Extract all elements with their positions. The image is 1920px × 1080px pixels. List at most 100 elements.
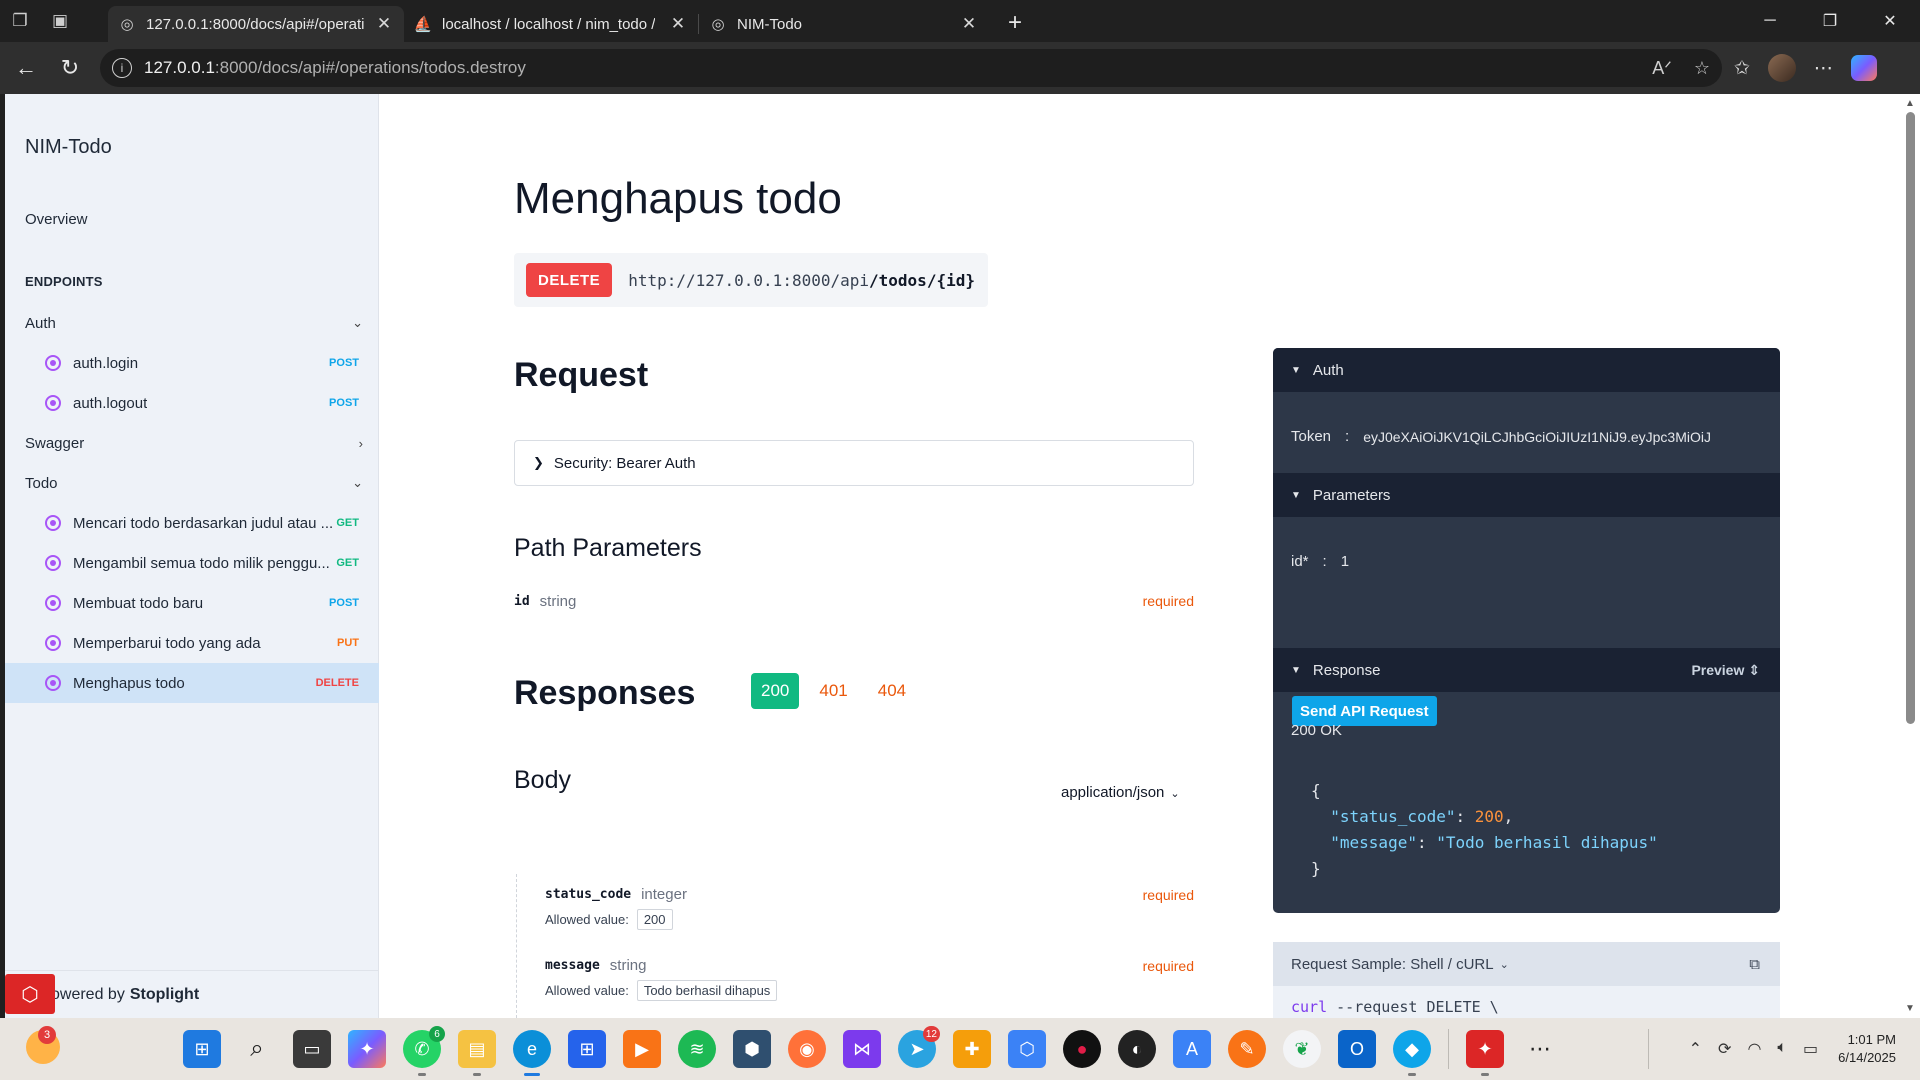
sidebar-item-todo-index[interactable]: Mengambil semua todo milik penggu... GET bbox=[5, 543, 379, 583]
laravel-debugbar-icon[interactable]: ⬡ bbox=[5, 974, 55, 1014]
refresh-icon[interactable]: ↻ bbox=[48, 48, 92, 88]
page-scrollbar[interactable]: ▲ ▼ bbox=[1901, 94, 1920, 1018]
response-tab-401[interactable]: 401 bbox=[809, 673, 857, 709]
edge-icon[interactable]: e bbox=[513, 1030, 551, 1076]
try-it-panel: ▼ Auth Token : eyJ0eXAiOiJKV1QiLCJhbGciO… bbox=[1273, 348, 1780, 913]
tab-nim-todo[interactable]: ◎ NIM-Todo ✕ bbox=[699, 6, 989, 42]
minimize-icon[interactable]: ─ bbox=[1740, 0, 1800, 42]
chevron-up-icon[interactable]: ⌃ bbox=[1689, 1039, 1702, 1059]
allowed-value-row: Allowed value: 200 bbox=[545, 909, 673, 930]
scrollbar-thumb[interactable] bbox=[1906, 112, 1915, 724]
copilot-app-icon[interactable]: ✦ bbox=[348, 1030, 386, 1068]
windows-taskbar: 3 ⊞ ⌕ ▭ ✦ ✆ 6 ▤ e ⊞ ▶ ≋ ⬢ ◉ ⋈ ➤ 12 ✚ ⬡ ● ◐… bbox=[0, 1018, 1920, 1080]
close-window-icon[interactable]: ✕ bbox=[1860, 0, 1920, 42]
sidebar-overview-link[interactable]: Overview bbox=[25, 211, 88, 228]
store-icon[interactable]: ⊞ bbox=[568, 1030, 606, 1068]
more-apps-icon[interactable]: ⋯ bbox=[1521, 1030, 1559, 1068]
content-type-select[interactable]: application/json ⌄ bbox=[1061, 784, 1180, 801]
app-icon-a[interactable]: A bbox=[1173, 1030, 1211, 1068]
favorites-icon[interactable]: ✩ bbox=[1734, 57, 1750, 80]
sidebar-item-todo-update[interactable]: Memperbarui todo yang ada PUT bbox=[5, 623, 379, 663]
app-icon-cube[interactable]: ⬡ bbox=[1008, 1030, 1046, 1068]
group-label: Swagger bbox=[25, 434, 85, 452]
powered-by-footer[interactable]: owered by Stoplight bbox=[5, 970, 379, 1018]
sidebar-group-todo[interactable]: Todo ⌄ bbox=[25, 471, 365, 495]
sidebar-item-auth-login[interactable]: auth.login POST bbox=[5, 343, 379, 383]
wifi-icon[interactable]: ◠ bbox=[1747, 1039, 1761, 1059]
site-info-icon[interactable]: i bbox=[112, 58, 132, 78]
tab-docs[interactable]: ◎ 127.0.0.1:8000/docs/api#/operati ✕ bbox=[108, 6, 404, 42]
tab-phpmyadmin[interactable]: ⛵ localhost / localhost / nim_todo / ✕ bbox=[404, 6, 698, 42]
start-icon[interactable]: ⊞ bbox=[183, 1030, 221, 1068]
acrobat-icon[interactable]: ✦ bbox=[1466, 1030, 1504, 1076]
tray-separator bbox=[1647, 1029, 1649, 1069]
json-key: "message" bbox=[1330, 833, 1417, 852]
clock[interactable]: 1:01 PM 6/14/2025 bbox=[1838, 1031, 1896, 1067]
response-section-header[interactable]: ▼ Response Preview ⇕ bbox=[1273, 648, 1780, 692]
url-input[interactable]: i 127.0.0.1:8000/docs/api#/operations/to… bbox=[100, 49, 1722, 87]
close-tab-icon[interactable]: ✕ bbox=[668, 14, 688, 34]
outlook-icon[interactable]: O bbox=[1338, 1030, 1376, 1068]
spotify-icon[interactable]: ≋ bbox=[678, 1030, 716, 1068]
json-value: 200 bbox=[1474, 807, 1504, 826]
task-view-icon[interactable]: ▭ bbox=[293, 1030, 331, 1068]
postman-icon[interactable]: ✎ bbox=[1228, 1030, 1266, 1068]
workspaces-icon[interactable]: ❐ bbox=[0, 0, 40, 42]
allowed-label: Allowed value: bbox=[545, 983, 629, 998]
app-icon-blue[interactable]: ◆ bbox=[1393, 1030, 1431, 1076]
sidebar-item-todo-destroy[interactable]: Menghapus todo DELETE bbox=[5, 663, 379, 703]
record-icon[interactable]: ● bbox=[1063, 1030, 1101, 1068]
response-tab-200[interactable]: 200 bbox=[751, 673, 800, 709]
sidebar-item-todo-store[interactable]: Membuat todo baru POST bbox=[5, 583, 379, 623]
operation-icon bbox=[45, 675, 61, 691]
weather-badge: 3 bbox=[38, 1026, 56, 1044]
scroll-down-icon[interactable]: ▼ bbox=[1905, 1003, 1915, 1014]
preview-select[interactable]: Preview ⇕ bbox=[1691, 662, 1760, 679]
media-player-icon[interactable]: ▶ bbox=[623, 1030, 661, 1068]
param-id-input[interactable]: 1 bbox=[1341, 553, 1349, 570]
virtualbox-icon[interactable]: ⬢ bbox=[733, 1030, 771, 1068]
obs-icon[interactable]: ◐ bbox=[1118, 1030, 1156, 1068]
search-icon[interactable]: ⌕ bbox=[238, 1030, 276, 1068]
response-tab-404[interactable]: 404 bbox=[868, 673, 916, 709]
path-param-row: id string required bbox=[514, 590, 1194, 612]
sidebar-item-todo-search[interactable]: Mencari todo berdasarkan judul atau ... … bbox=[5, 503, 379, 543]
tab-title: NIM-Todo bbox=[737, 15, 803, 33]
new-tab-button[interactable]: + bbox=[995, 5, 1035, 41]
taskbar-apps: ⊞ ⌕ ▭ ✦ ✆ 6 ▤ e ⊞ ▶ ≋ ⬢ ◉ ⋈ ➤ 12 ✚ ⬡ ● ◐ A… bbox=[183, 1018, 1559, 1080]
security-toggle[interactable]: ❯ Security: Bearer Auth bbox=[514, 440, 1194, 486]
request-sample-panel: Request Sample: Shell / cURL ⌄ ⧉ curl --r… bbox=[1273, 942, 1780, 1018]
parameters-section-header[interactable]: ▼ Parameters bbox=[1273, 473, 1780, 517]
close-tab-icon[interactable]: ✕ bbox=[374, 14, 394, 34]
file-explorer-icon[interactable]: ▤ bbox=[458, 1030, 496, 1076]
profile-avatar[interactable] bbox=[1767, 54, 1796, 82]
copilot-icon[interactable] bbox=[1850, 55, 1877, 81]
restore-icon[interactable]: ❐ bbox=[1800, 0, 1860, 42]
favorite-star-icon[interactable]: ☆ bbox=[1694, 58, 1710, 79]
token-row: Token : eyJ0eXAiOiJKV1QiLCJhbGciOiJIUzI1… bbox=[1291, 428, 1738, 445]
scroll-up-icon[interactable]: ▲ bbox=[1905, 98, 1915, 109]
tab-actions-icon[interactable]: ▣ bbox=[40, 0, 80, 42]
sidebar-item-auth-logout[interactable]: auth.logout POST bbox=[5, 383, 379, 423]
sidebar-group-swagger[interactable]: Swagger › bbox=[25, 431, 365, 455]
auth-section-header[interactable]: ▼ Auth bbox=[1273, 348, 1780, 392]
sidebar-group-auth[interactable]: Auth ⌄ bbox=[25, 311, 365, 335]
whatsapp-icon[interactable]: ✆ 6 bbox=[403, 1026, 445, 1076]
token-input[interactable]: eyJ0eXAiOiJKV1QiLCJhbGciOiJIUzI1NiJ9.eyJ… bbox=[1363, 429, 1738, 445]
back-icon[interactable]: ← bbox=[4, 48, 48, 88]
read-aloud-icon[interactable]: Aᐟ bbox=[1652, 58, 1672, 79]
volume-icon[interactable]: 🔈︎ bbox=[1777, 1039, 1787, 1059]
request-sample-header[interactable]: Request Sample: Shell / cURL ⌄ ⧉ bbox=[1273, 942, 1780, 986]
sync-icon[interactable]: ⟳ bbox=[1718, 1039, 1731, 1059]
close-tab-icon[interactable]: ✕ bbox=[959, 14, 979, 34]
copy-icon[interactable]: ⧉ bbox=[1749, 956, 1760, 973]
app-icon-tools[interactable]: ✚ bbox=[953, 1030, 991, 1068]
battery-icon[interactable]: ▭ bbox=[1803, 1039, 1818, 1059]
visual-studio-icon[interactable]: ⋈ bbox=[843, 1030, 881, 1068]
chevron-down-icon: ⌄ bbox=[352, 475, 363, 490]
more-icon[interactable]: ⋯ bbox=[1814, 57, 1833, 80]
telegram-icon[interactable]: ➤ 12 bbox=[898, 1026, 940, 1068]
firefox-icon[interactable]: ◉ bbox=[788, 1030, 826, 1068]
mongodb-icon[interactable]: ❦ bbox=[1283, 1030, 1321, 1068]
json-brace: { bbox=[1311, 781, 1321, 800]
